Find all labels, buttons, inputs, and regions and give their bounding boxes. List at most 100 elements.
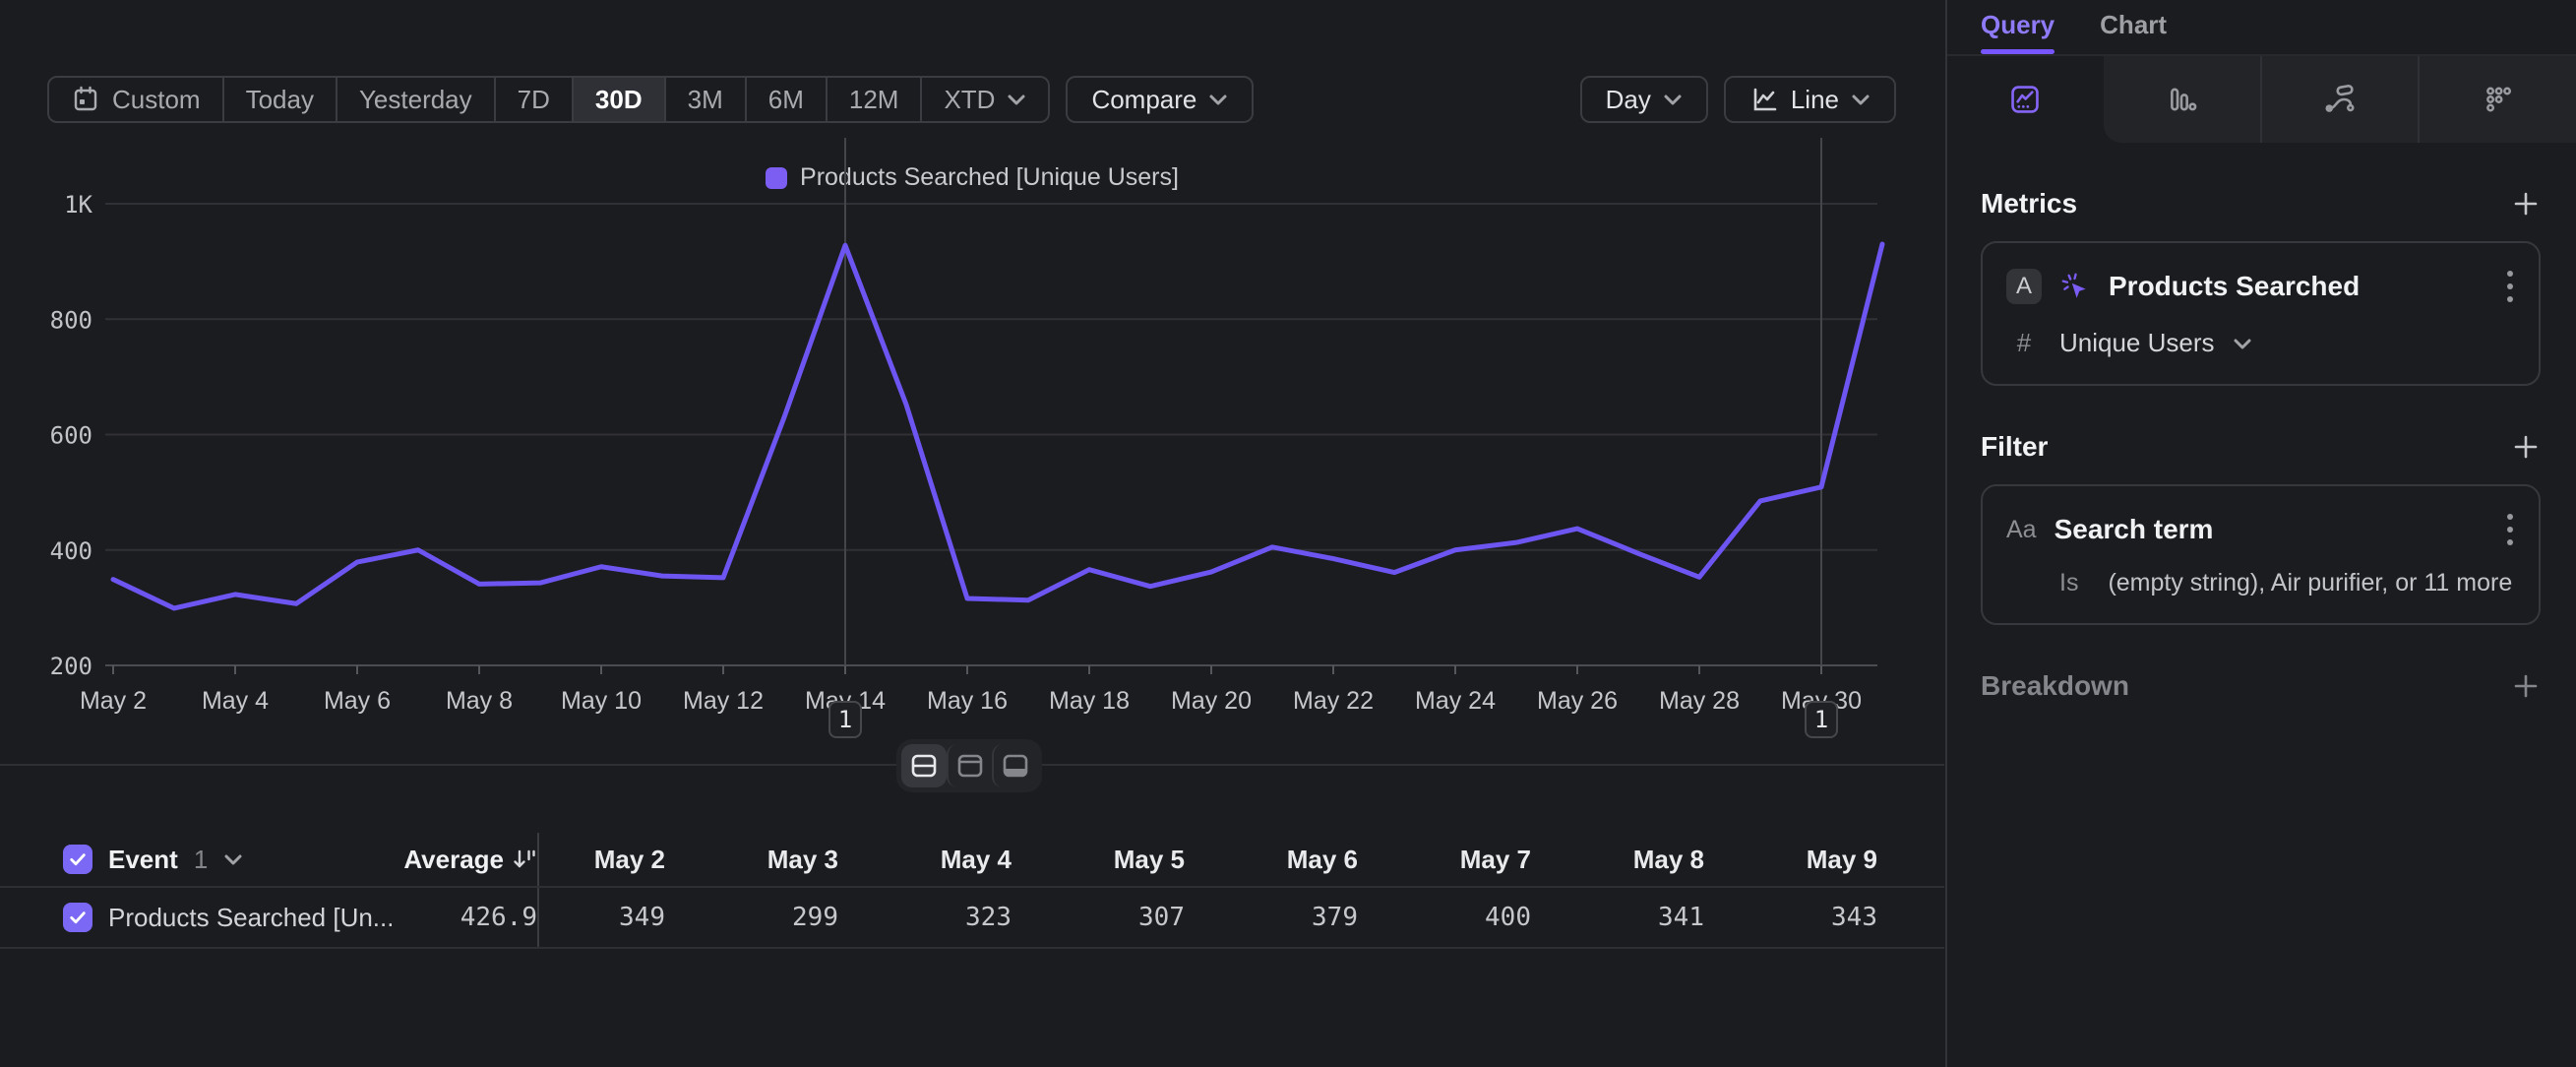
filter-card[interactable]: Aa Search term Is (empty string), Air pu… xyxy=(1981,484,2541,625)
column-header-may-4[interactable]: May 4 xyxy=(886,845,1059,875)
chevron-down-icon xyxy=(1663,93,1683,106)
average-label: Average xyxy=(403,845,504,875)
number-measure-icon: # xyxy=(2006,328,2042,358)
average-value-cell: 426.9 xyxy=(392,888,539,947)
range-label: 6M xyxy=(768,85,804,115)
range-label: XTD xyxy=(944,85,995,115)
annotation-badge[interactable]: 1 xyxy=(828,701,862,738)
svg-text:May 26: May 26 xyxy=(1537,687,1618,715)
insights-tab[interactable] xyxy=(1947,56,2104,143)
range-button-today[interactable]: Today xyxy=(222,78,336,121)
click-event-icon xyxy=(2059,271,2091,302)
calendar-icon xyxy=(71,85,100,114)
annotation-badge[interactable]: 1 xyxy=(1805,701,1838,738)
add-metric-button[interactable] xyxy=(2511,189,2541,219)
flows-icon xyxy=(2323,83,2357,116)
split-view-button[interactable] xyxy=(901,744,947,787)
column-header-may-3[interactable]: May 3 xyxy=(712,845,886,875)
column-header-may-9[interactable]: May 9 xyxy=(1751,845,1925,875)
chevron-down-icon xyxy=(1851,93,1871,106)
svg-text:May 4: May 4 xyxy=(202,687,269,715)
chart-type-button[interactable]: Line xyxy=(1724,76,1896,123)
table-header-row: Event1AverageMay 2May 3May 4May 5May 6Ma… xyxy=(0,833,1944,888)
compare-button[interactable]: Compare xyxy=(1066,76,1254,123)
sort-icon xyxy=(512,847,537,871)
apps-grid-icon xyxy=(2482,83,2515,116)
value-cell: 400 xyxy=(1405,903,1578,932)
svg-text:May 18: May 18 xyxy=(1049,687,1130,715)
compare-label: Compare xyxy=(1091,85,1196,115)
breakdown-section-header: Breakdown xyxy=(1947,670,2576,702)
range-label: Today xyxy=(246,85,314,115)
line-chart[interactable]: 2004006008001KMay 2May 4May 6May 8May 10… xyxy=(0,138,1944,752)
range-button-12m[interactable]: 12M xyxy=(826,78,921,121)
value-cell: 379 xyxy=(1232,903,1405,932)
filter-values: (empty string), Air purifier, or 11 more xyxy=(2108,569,2512,597)
measure-label: Unique Users xyxy=(2059,328,2215,358)
filter-heading: Filter xyxy=(1981,431,2048,463)
svg-text:May 24: May 24 xyxy=(1415,687,1496,715)
chart-only-button[interactable] xyxy=(947,744,992,787)
svg-text:May 8: May 8 xyxy=(446,687,513,715)
funnels-tab[interactable] xyxy=(2104,56,2260,143)
funnels-icon xyxy=(2165,83,2198,116)
range-button-3m[interactable]: 3M xyxy=(664,78,745,121)
metric-measure-row[interactable]: # Unique Users xyxy=(2006,328,2515,358)
event-label: Event xyxy=(108,845,178,875)
svg-text:May 2: May 2 xyxy=(80,687,147,715)
range-label: Yesterday xyxy=(359,85,472,115)
svg-text:May 16: May 16 xyxy=(927,687,1008,715)
metric-card[interactable]: A Products Searched # Unique Users xyxy=(1981,241,2541,386)
range-button-6m[interactable]: 6M xyxy=(745,78,826,121)
event-header-cell[interactable]: Event1 xyxy=(63,845,392,875)
sidebar-tab-chart[interactable]: Chart xyxy=(2100,10,2167,54)
svg-text:May 6: May 6 xyxy=(324,687,391,715)
column-header-may-5[interactable]: May 5 xyxy=(1059,845,1232,875)
line-chart-icon xyxy=(1749,85,1779,114)
flows-tab[interactable] xyxy=(2260,56,2419,143)
range-button-custom[interactable]: Custom xyxy=(49,78,222,121)
chevron-down-icon xyxy=(2233,337,2252,350)
chart-only-icon xyxy=(954,750,986,782)
column-header-may-7[interactable]: May 7 xyxy=(1405,845,1578,875)
filter-property-name: Search term xyxy=(2055,514,2487,545)
column-header-may-6[interactable]: May 6 xyxy=(1232,845,1405,875)
row-checkbox[interactable] xyxy=(63,903,92,932)
chevron-down-icon xyxy=(1007,93,1026,106)
svg-text:400: 400 xyxy=(50,537,92,565)
column-header-may-2[interactable]: May 2 xyxy=(539,845,712,875)
date-range-segmented-control: Custom Today Yesterday 7D 30D3M 6M 12M XTD xyxy=(47,76,1050,123)
svg-text:800: 800 xyxy=(50,306,92,334)
range-button-xtd[interactable]: XTD xyxy=(920,78,1048,121)
layout-toggle-group xyxy=(896,739,1042,792)
chart-type-label: Line xyxy=(1791,85,1839,115)
average-header-cell[interactable]: Average xyxy=(392,833,539,886)
value-cell: 349 xyxy=(539,903,712,932)
row-checkbox[interactable] xyxy=(63,845,92,874)
metric-options-menu[interactable] xyxy=(2505,267,2515,306)
breakdown-heading: Breakdown xyxy=(1981,670,2129,702)
sidebar-tab-query[interactable]: Query xyxy=(1981,10,2055,54)
filter-options-menu[interactable] xyxy=(2505,510,2515,549)
svg-text:May 22: May 22 xyxy=(1293,687,1374,715)
filter-condition-row[interactable]: Is (empty string), Air purifier, or 11 m… xyxy=(2006,569,2515,597)
table-row[interactable]: Products Searched [Un...426.934929932330… xyxy=(0,888,1944,949)
metric-card-row: A Products Searched xyxy=(2006,267,2515,306)
query-sidebar: QueryChart Metrics A Products Searched #… xyxy=(1945,0,2576,1067)
range-button-yesterday[interactable]: Yesterday xyxy=(336,78,494,121)
value-cell: 323 xyxy=(886,903,1059,932)
range-button-7d[interactable]: 7D xyxy=(494,78,572,121)
svg-text:200: 200 xyxy=(50,653,92,680)
granularity-button[interactable]: Day xyxy=(1580,76,1708,123)
add-breakdown-button[interactable] xyxy=(2511,671,2541,701)
report-type-tabs xyxy=(1947,56,2576,143)
range-button-30d[interactable]: 30D xyxy=(572,78,664,121)
table-only-button[interactable] xyxy=(992,744,1037,787)
column-header-may-8[interactable]: May 8 xyxy=(1578,845,1751,875)
metric-event-name: Products Searched xyxy=(2109,271,2487,302)
apps-grid-tab[interactable] xyxy=(2418,56,2576,143)
add-filter-button[interactable] xyxy=(2511,432,2541,462)
split-view-icon xyxy=(908,750,940,782)
svg-text:May 12: May 12 xyxy=(683,687,764,715)
range-label: 7D xyxy=(518,85,550,115)
